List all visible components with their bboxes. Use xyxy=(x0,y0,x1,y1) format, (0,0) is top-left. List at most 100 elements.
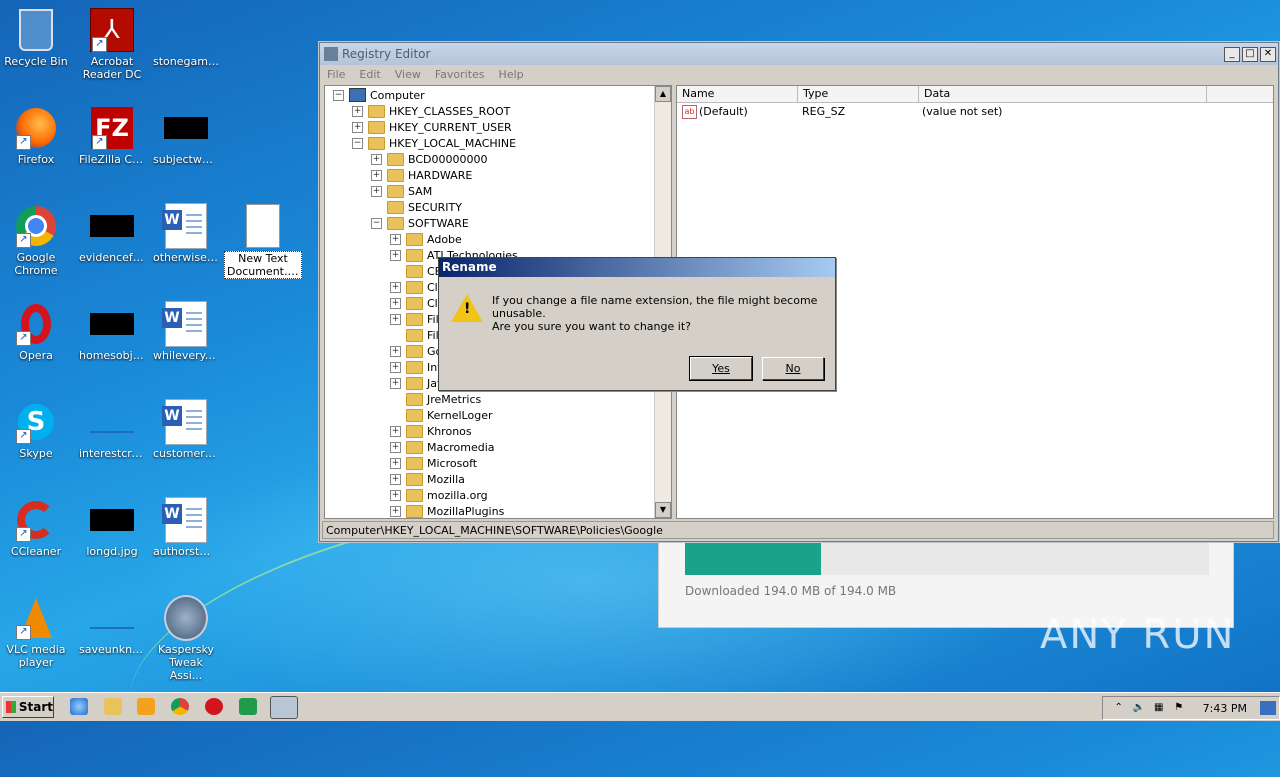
value-row[interactable]: ab (Default) REG_SZ (value not set) xyxy=(677,103,1273,120)
expand-icon[interactable]: + xyxy=(390,457,401,469)
expand-icon[interactable]: + xyxy=(390,425,401,437)
desktop-icon-vlc[interactable]: ↗ VLC media player xyxy=(1,596,71,669)
column-header-data[interactable]: Data xyxy=(919,86,1207,102)
menu-help[interactable]: Help xyxy=(492,68,531,81)
desktop-icon-subjectwor[interactable]: subjectwor... xyxy=(151,106,221,166)
expand-icon[interactable]: + xyxy=(390,505,401,517)
minimize-button[interactable]: _ xyxy=(1224,46,1240,62)
desktop-icon-firefox[interactable]: ↗ Firefox xyxy=(1,106,71,166)
expand-icon[interactable]: + xyxy=(352,105,363,117)
tree-node-computer[interactable]: − Computer xyxy=(333,87,425,103)
show-desktop-icon[interactable] xyxy=(1260,701,1276,715)
tree-node-go[interactable]: + Go xyxy=(390,343,442,359)
expand-icon[interactable]: + xyxy=(390,281,401,293)
desktop-icon-homesobje[interactable]: homesobje... xyxy=(77,302,147,362)
expand-icon[interactable]: + xyxy=(352,121,363,133)
start-button[interactable]: Start xyxy=(2,696,54,718)
desktop-icon-skype[interactable]: S ↗ Skype xyxy=(1,400,71,460)
collapse-icon[interactable]: − xyxy=(333,89,344,101)
opera-taskbar-icon[interactable] xyxy=(205,698,223,715)
media-player-icon[interactable] xyxy=(137,698,155,715)
desktop-icon-ccleaner[interactable]: ↗ CCleaner xyxy=(1,498,71,558)
chrome-taskbar-icon[interactable] xyxy=(171,698,189,715)
tree-node-adobe[interactable]: + Adobe xyxy=(390,231,462,247)
desktop-icon-stonegame[interactable]: stonegame.... xyxy=(151,8,221,68)
tree-node-mozilla-org[interactable]: + mozilla.org xyxy=(390,487,488,503)
menu-edit[interactable]: Edit xyxy=(352,68,387,81)
expand-icon[interactable]: + xyxy=(390,297,401,309)
maximize-button[interactable]: □ xyxy=(1242,46,1258,62)
expand-icon[interactable]: + xyxy=(390,313,401,325)
tree-node-microsoft[interactable]: + Microsoft xyxy=(390,455,477,471)
desktop-icon-chrome[interactable]: ↗ Google Chrome xyxy=(1,204,71,277)
tree-node-hkcr[interactable]: + HKEY_CLASSES_ROOT xyxy=(352,103,510,119)
registry-editor-taskbar-button[interactable] xyxy=(270,696,298,719)
expand-icon[interactable]: + xyxy=(390,361,401,373)
tree-node-sam[interactable]: + SAM xyxy=(371,183,432,199)
expand-icon[interactable]: + xyxy=(390,233,401,245)
expand-icon[interactable]: + xyxy=(371,169,382,181)
desktop-icon-acrobat[interactable]: ⅄ ↗ Acrobat Reader DC xyxy=(77,8,147,81)
expand-icon[interactable]: + xyxy=(371,185,382,197)
network-icon[interactable]: ▦ xyxy=(1152,701,1166,715)
ie-icon[interactable] xyxy=(70,698,88,715)
tree-node-security[interactable]: SECURITY xyxy=(371,199,462,215)
tree-node-jav[interactable]: + Jav xyxy=(390,375,444,391)
tree-node-bcd[interactable]: + BCD00000000 xyxy=(371,151,488,167)
menu-file[interactable]: File xyxy=(320,68,352,81)
desktop-icon-otherwisewi[interactable]: W otherwisewi... xyxy=(151,203,221,264)
expand-icon[interactable]: + xyxy=(390,473,401,485)
explorer-folder-icon[interactable] xyxy=(104,698,122,715)
tree-node-hardware[interactable]: + HARDWARE xyxy=(371,167,472,183)
scroll-down-arrow-icon[interactable]: ▼ xyxy=(655,502,671,518)
desktop-icon-recycle-bin[interactable]: Recycle Bin xyxy=(1,8,71,68)
desktop-icon-kaspersky[interactable]: Kaspersky Tweak Assi... xyxy=(151,595,221,682)
scroll-up-arrow-icon[interactable]: ▲ xyxy=(655,86,671,102)
desktop-icon-saveunkno[interactable]: saveunkno... xyxy=(77,596,147,656)
tree-node-int[interactable]: + Int xyxy=(390,359,442,375)
volume-icon[interactable]: 🔈 xyxy=(1132,701,1146,715)
expand-icon[interactable]: + xyxy=(390,345,401,357)
tree-node-macromedia[interactable]: + Macromedia xyxy=(390,439,495,455)
menu-favorites[interactable]: Favorites xyxy=(428,68,492,81)
tree-node-mozilla[interactable]: + Mozilla xyxy=(390,471,465,487)
tree-node-hklm[interactable]: − HKEY_LOCAL_MACHINE xyxy=(352,135,516,151)
tree-node-software[interactable]: − SOFTWARE xyxy=(371,215,469,231)
menu-view[interactable]: View xyxy=(388,68,428,81)
dialog-title[interactable]: Rename xyxy=(439,258,835,277)
expand-icon[interactable]: + xyxy=(390,489,401,501)
tray-expand-icon[interactable]: ⌃ xyxy=(1112,701,1126,715)
no-button[interactable]: No xyxy=(762,357,824,380)
desktop-icon-interestcre[interactable]: interestcre... xyxy=(77,400,147,460)
tree-node-hkcu[interactable]: + HKEY_CURRENT_USER xyxy=(352,119,512,135)
tree-node-cla[interactable]: + Cla xyxy=(390,279,444,295)
desktop-icon-customersu[interactable]: W customersu... xyxy=(151,399,221,460)
yes-button[interactable]: Yes xyxy=(689,356,753,381)
expand-icon[interactable]: + xyxy=(371,153,382,165)
desktop-icon-evidence[interactable]: evidencefuc... xyxy=(77,204,147,264)
column-header-name[interactable]: Name xyxy=(677,86,798,102)
window-titlebar[interactable]: Registry Editor _ □ ✕ xyxy=(320,43,1278,65)
action-center-flag-icon[interactable]: ⚑ xyxy=(1172,701,1186,715)
column-header-type[interactable]: Type xyxy=(798,86,919,102)
desktop-icon-longd[interactable]: longd.jpg xyxy=(77,498,147,558)
tree-node-kernelloger[interactable]: KernelLoger xyxy=(390,407,493,423)
collapse-icon[interactable]: − xyxy=(352,137,363,149)
clock[interactable]: 7:43 PM xyxy=(1203,702,1247,715)
close-button[interactable]: ✕ xyxy=(1260,46,1276,62)
collapse-icon[interactable]: − xyxy=(371,217,382,229)
icon-label-rename[interactable]: New Text Document.reg xyxy=(224,251,302,279)
desktop-icon-whilevery[interactable]: W whilevery.rtf xyxy=(151,301,221,362)
expand-icon[interactable]: + xyxy=(390,441,401,453)
expand-icon[interactable]: + xyxy=(390,249,401,261)
tree-node-mozillaplugins[interactable]: + MozillaPlugins xyxy=(390,503,504,518)
tree-node-khronos[interactable]: + Khronos xyxy=(390,423,472,439)
desktop-icon-filezilla[interactable]: FZ↗ FileZilla Client xyxy=(77,106,147,166)
tree-node-cli[interactable]: + Cli xyxy=(390,295,441,311)
expand-icon[interactable]: + xyxy=(390,377,401,389)
desktop-icon-opera[interactable]: ↗ Opera xyxy=(1,302,71,362)
tree-node-jremetrics[interactable]: JreMetrics xyxy=(390,391,481,407)
tree-node-cb[interactable]: CB xyxy=(390,263,442,279)
app-cube-icon[interactable] xyxy=(239,698,257,715)
desktop-icon-authorstwo[interactable]: W authorstwo.rtf xyxy=(151,497,221,558)
